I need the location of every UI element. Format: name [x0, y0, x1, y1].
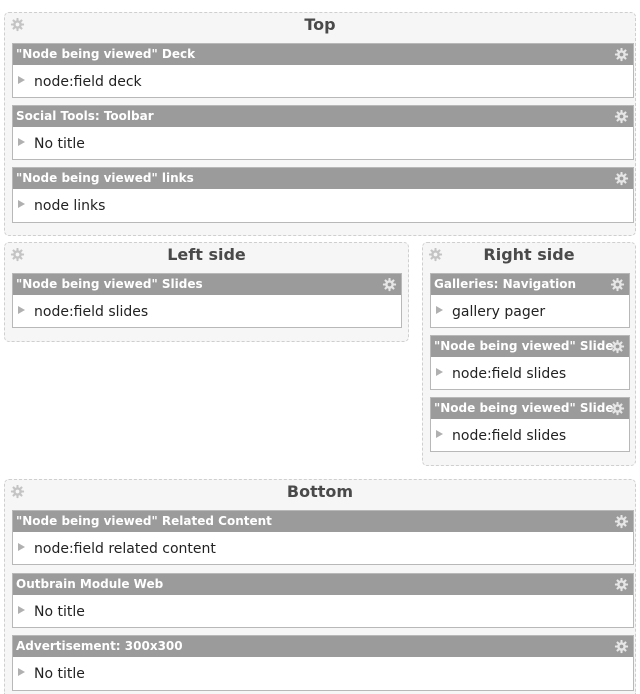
pane-content-label: No title: [34, 666, 85, 682]
pane-body: node:field slides: [431, 419, 629, 452]
gear-icon[interactable]: [614, 514, 629, 529]
pane-content-label: No title: [34, 136, 85, 152]
pane-outbrain-module: Outbrain Module Web No title: [12, 573, 634, 628]
pane-body: node links: [13, 189, 633, 222]
arrow-right-icon[interactable]: [18, 543, 25, 551]
pane-node-deck: "Node being viewed" Deck node:field deck: [12, 43, 634, 98]
pane-body: No title: [13, 657, 633, 690]
pane-body: No title: [13, 127, 633, 160]
region-top: Top "Node being viewed" Deck node:field …: [4, 12, 636, 236]
pane-body: node:field slides: [13, 295, 401, 328]
region-bottom: Bottom "Node being viewed" Related Conte…: [4, 479, 636, 694]
pane-header-label: "Node being viewed" Slides: [434, 339, 621, 353]
pane-content-label: No title: [34, 604, 85, 620]
pane-social-toolbar: Social Tools: Toolbar No title: [12, 105, 634, 160]
gear-icon[interactable]: [610, 339, 625, 354]
region-title-left-side: Left side: [167, 245, 246, 264]
gear-icon[interactable]: [614, 577, 629, 592]
pane-header[interactable]: Galleries: Navigation: [431, 274, 629, 295]
gear-icon[interactable]: [610, 401, 625, 416]
gear-icon[interactable]: [614, 47, 629, 62]
pane-header[interactable]: "Node being viewed" Slides: [431, 398, 629, 419]
pane-advertisement: Advertisement: 300x300 No title: [12, 635, 634, 691]
pane-content-label: node:field slides: [452, 366, 567, 382]
region-title-right-side: Right side: [483, 245, 575, 264]
pane-content-label: node:field related content: [34, 541, 216, 557]
pane-content-label: node:field slides: [452, 428, 567, 444]
pane-body: node:field slides: [431, 357, 629, 390]
arrow-right-icon[interactable]: [18, 76, 25, 84]
arrow-right-icon[interactable]: [18, 606, 25, 614]
pane-content-label: node:field deck: [34, 74, 142, 90]
pane-body: node:field deck: [13, 65, 633, 98]
gear-icon[interactable]: [614, 639, 629, 654]
region-right-side: Right side Galleries: Navigation gallery…: [422, 242, 636, 466]
pane-content-label: node:field slides: [34, 304, 149, 320]
pane-node-slides: "Node being viewed" Slides node:field sl…: [12, 273, 402, 328]
gear-icon[interactable]: [614, 171, 629, 186]
pane-header-label: Galleries: Navigation: [434, 277, 577, 291]
arrow-right-icon[interactable]: [436, 306, 443, 314]
pane-header-label: "Node being viewed" links: [16, 171, 194, 185]
pane-header-label: Outbrain Module Web: [16, 577, 164, 591]
pane-header[interactable]: "Node being viewed" Deck: [13, 44, 633, 65]
pane-content-label: gallery pager: [452, 304, 546, 320]
pane-content-label: node links: [34, 198, 106, 214]
region-title-bottom: Bottom: [286, 482, 354, 501]
pane-header[interactable]: "Node being viewed" links: [13, 168, 633, 189]
gear-icon[interactable]: [382, 277, 397, 292]
pane-header-label: "Node being viewed" Slides: [434, 401, 621, 415]
pane-node-slides: "Node being viewed" Slides node:field sl…: [430, 397, 630, 452]
arrow-right-icon[interactable]: [18, 668, 25, 676]
pane-node-slides: "Node being viewed" Slides node:field sl…: [430, 335, 630, 390]
pane-node-links: "Node being viewed" links node links: [12, 167, 634, 223]
arrow-right-icon[interactable]: [18, 200, 25, 208]
gear-icon[interactable]: [610, 277, 625, 292]
pane-galleries-navigation: Galleries: Navigation gallery pager: [430, 273, 630, 328]
arrow-right-icon[interactable]: [18, 138, 25, 146]
pane-header-label: Social Tools: Toolbar: [16, 109, 154, 123]
arrow-right-icon[interactable]: [436, 368, 443, 376]
pane-body: node:field related content: [13, 532, 633, 565]
pane-header[interactable]: Outbrain Module Web: [13, 574, 633, 595]
pane-body: gallery pager: [431, 295, 629, 328]
pane-header[interactable]: Social Tools: Toolbar: [13, 106, 633, 127]
region-left-side: Left side "Node being viewed" Slides nod…: [4, 242, 409, 342]
arrow-right-icon[interactable]: [18, 306, 25, 314]
gear-icon[interactable]: [614, 109, 629, 124]
pane-header-label: "Node being viewed" Related Content: [16, 514, 272, 528]
pane-header[interactable]: "Node being viewed" Slides: [13, 274, 401, 295]
pane-header[interactable]: "Node being viewed" Related Content: [13, 511, 633, 532]
pane-related-content: "Node being viewed" Related Content node…: [12, 510, 634, 565]
pane-header[interactable]: Advertisement: 300x300: [13, 636, 633, 657]
pane-header-label: "Node being viewed" Slides: [16, 277, 203, 291]
region-title-top: Top: [304, 15, 336, 34]
pane-body: No title: [13, 595, 633, 628]
pane-header-label: Advertisement: 300x300: [16, 639, 183, 653]
pane-header-label: "Node being viewed" Deck: [16, 47, 196, 61]
pane-header[interactable]: "Node being viewed" Slides: [431, 336, 629, 357]
arrow-right-icon[interactable]: [436, 430, 443, 438]
